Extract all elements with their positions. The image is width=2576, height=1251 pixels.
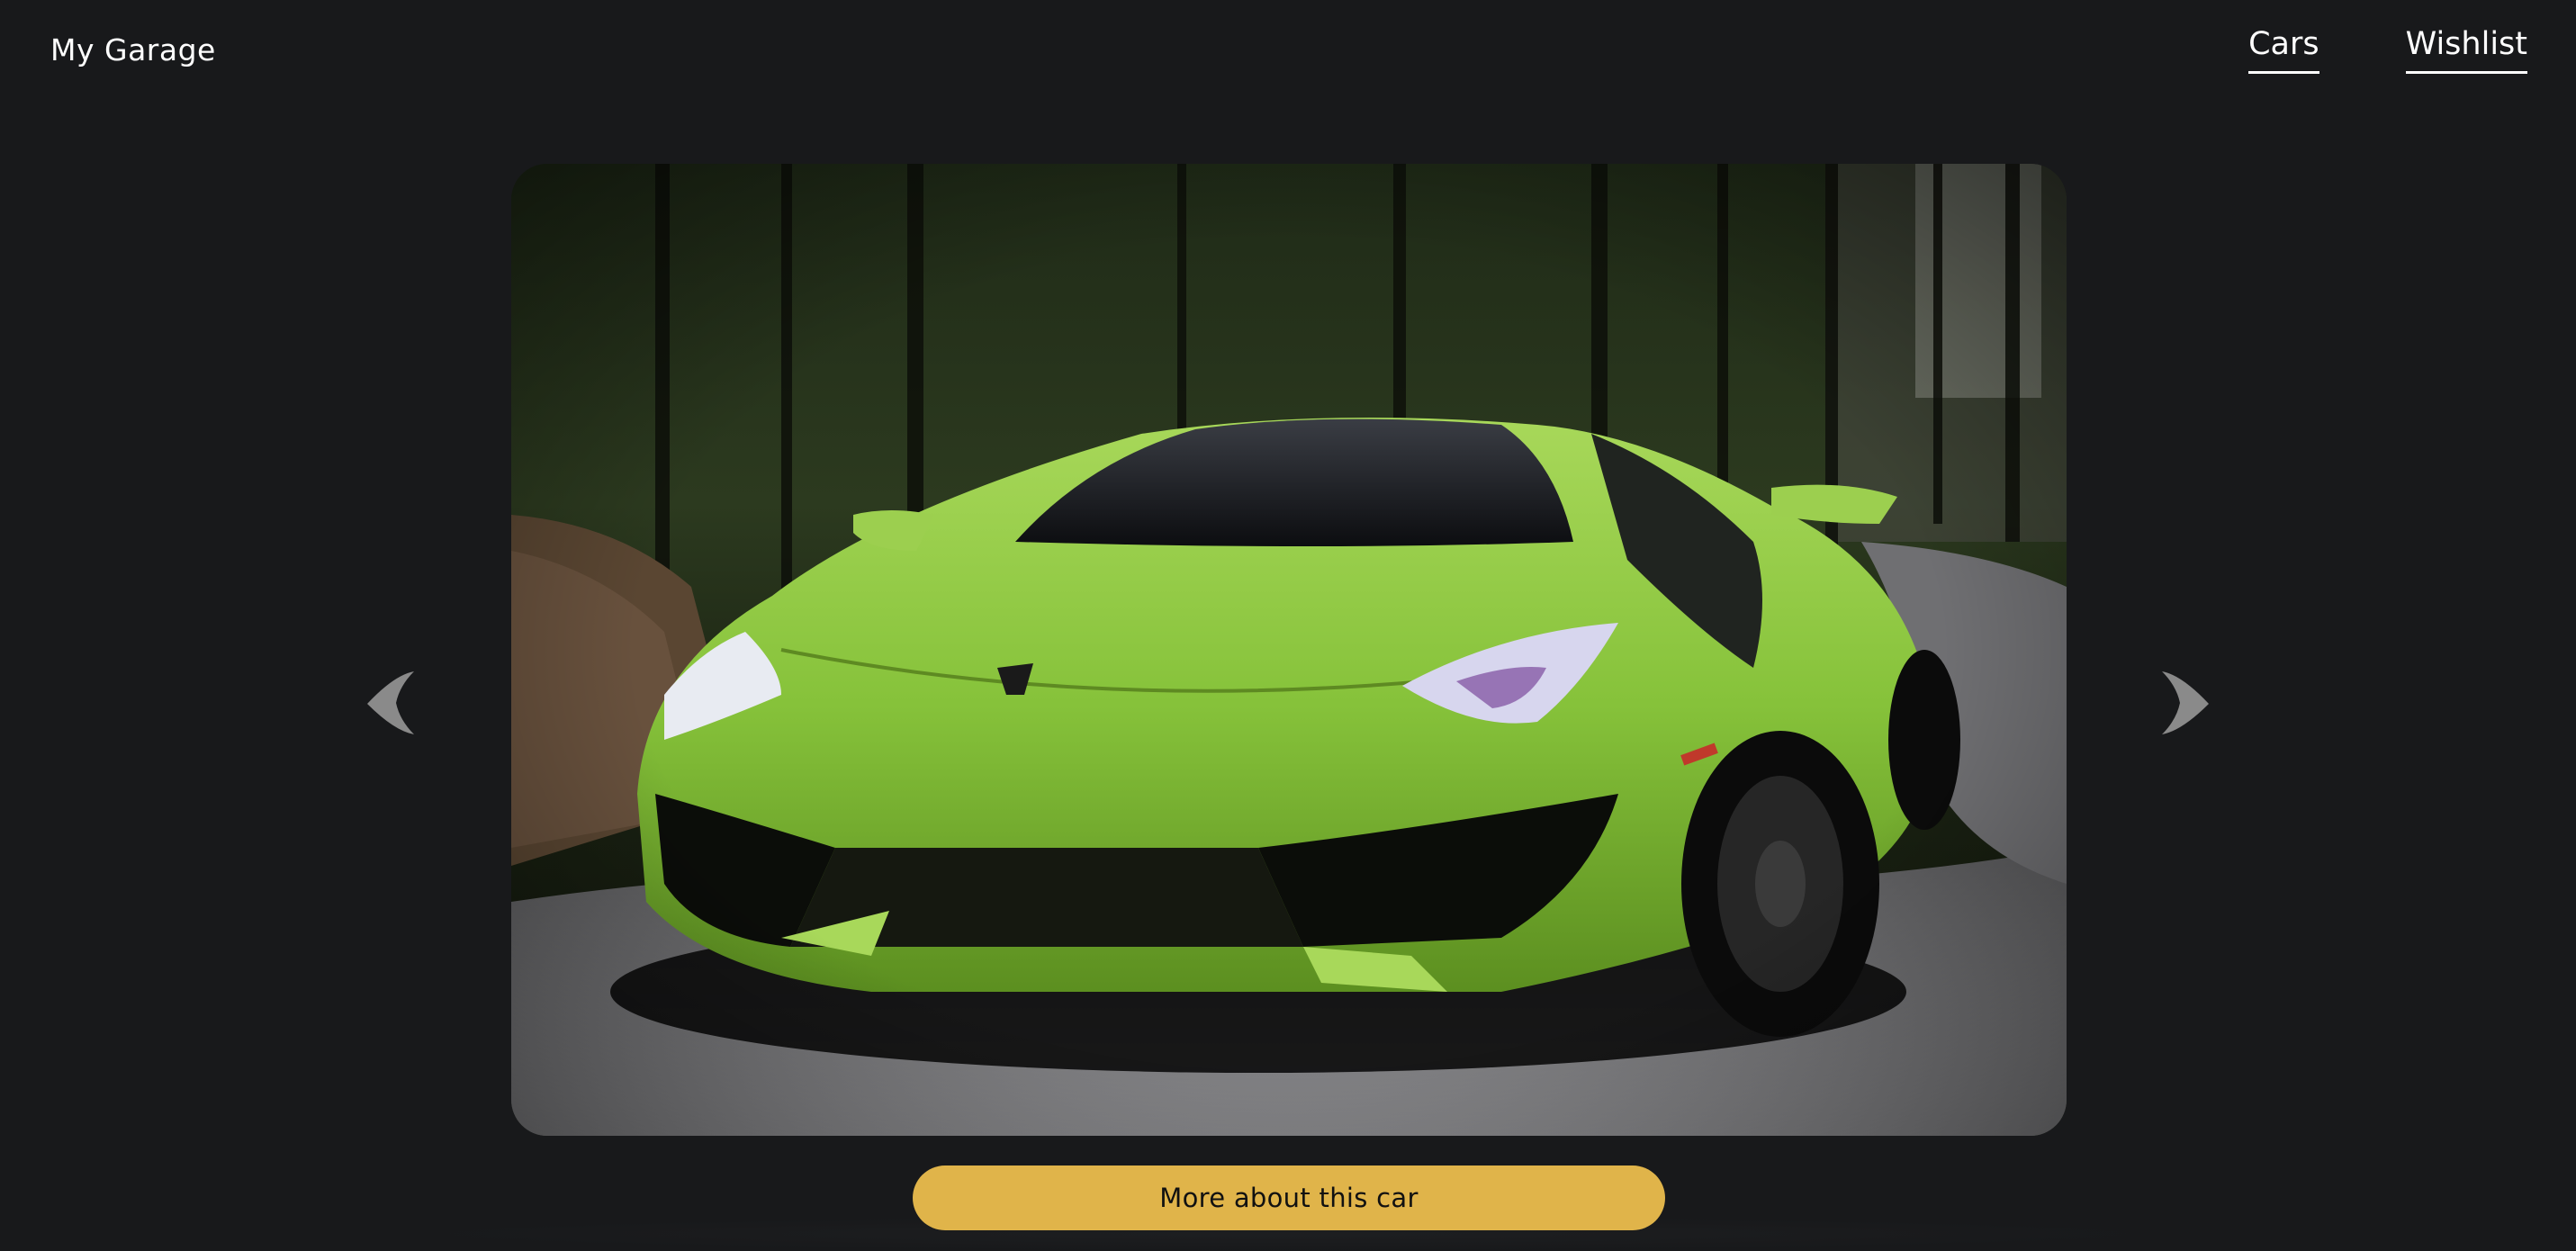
- page: My Garage Cars Wishlist More about this …: [0, 0, 2576, 1251]
- nav-link-cars[interactable]: Cars: [2248, 27, 2319, 74]
- carousel-next-button[interactable]: [2158, 668, 2212, 738]
- chevron-right-icon: [2162, 671, 2209, 734]
- brand-logo-link[interactable]: My Garage: [50, 32, 216, 68]
- more-about-car-button[interactable]: More about this car: [913, 1166, 1665, 1230]
- chevron-left-icon: [367, 671, 414, 734]
- main-nav: Cars Wishlist: [2248, 27, 2527, 74]
- carousel-prev-button[interactable]: [364, 668, 418, 738]
- car-photo: [511, 164, 2067, 1136]
- car-image-carousel: [511, 164, 2067, 1136]
- nav-link-wishlist[interactable]: Wishlist: [2405, 27, 2527, 74]
